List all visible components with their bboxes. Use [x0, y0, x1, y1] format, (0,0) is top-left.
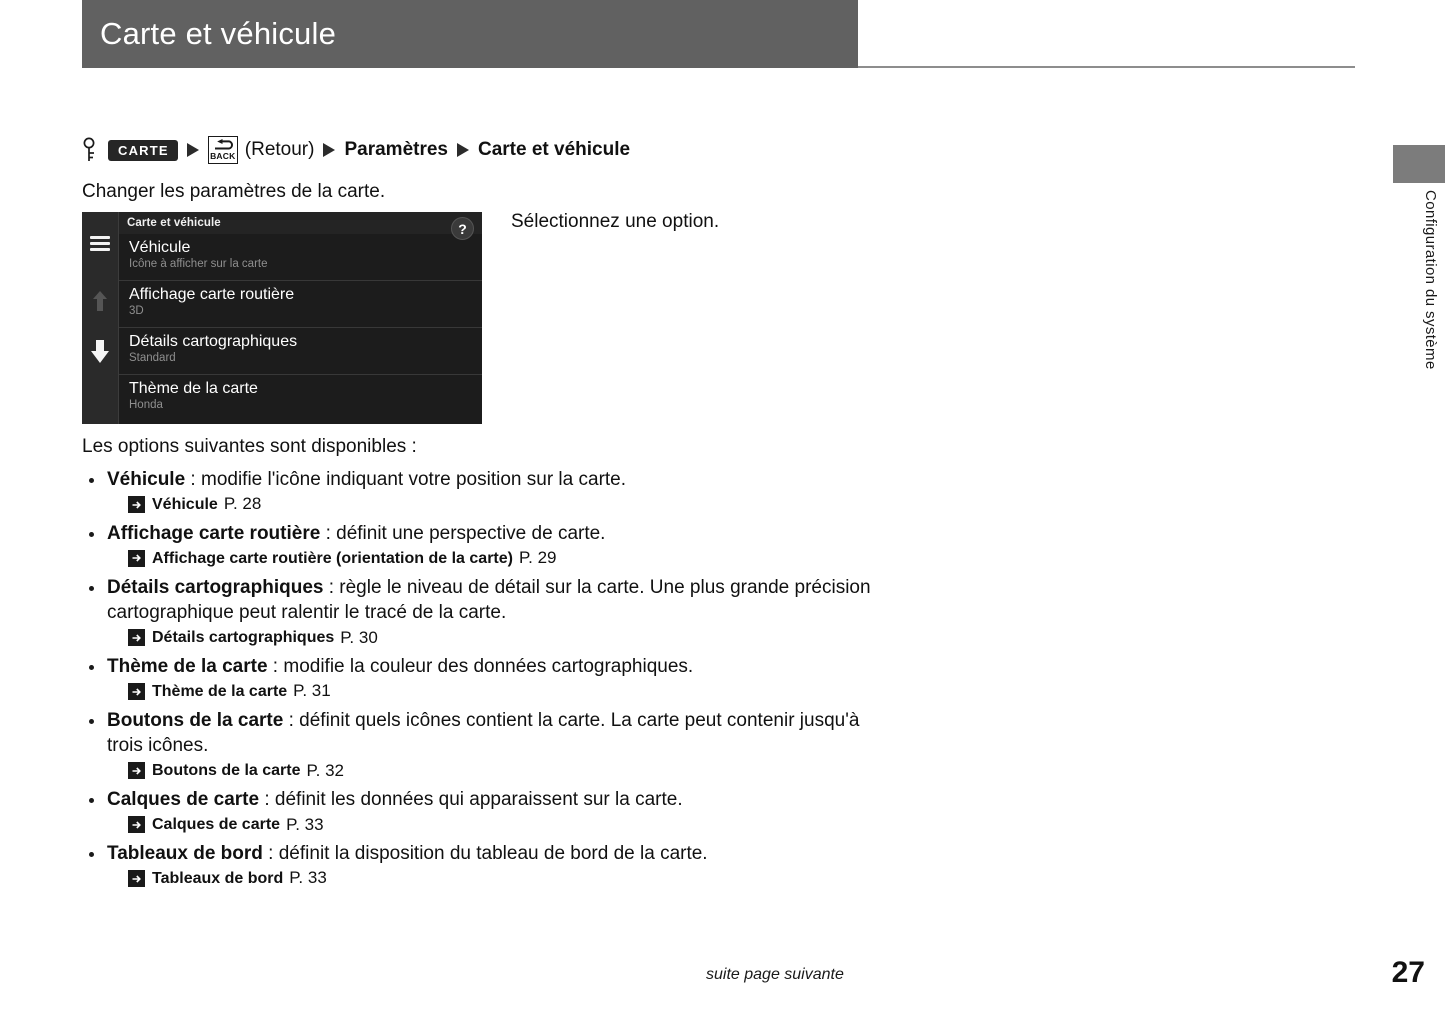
- option-term: Thème de la carte: [107, 655, 268, 677]
- navigation-list-item-subtitle: Icône à afficher sur la carte: [129, 258, 268, 271]
- option-bullet: Boutons de la carte : définit quels icôn…: [82, 708, 882, 759]
- option-bullet: Tableaux de bord : définit la dispositio…: [82, 841, 882, 866]
- cross-reference-page: P. 30: [340, 627, 378, 647]
- cross-reference-page: P. 32: [306, 760, 344, 780]
- navigation-list-item-subtitle: Honda: [129, 399, 163, 412]
- navigation-list-item-subtitle: 3D: [129, 305, 144, 318]
- breadcrumb-retour-label: (Retour): [244, 139, 315, 160]
- option-bullet: Calques de carte : définit les données q…: [82, 787, 882, 812]
- option-description: : définit la disposition du tableau de b…: [262, 842, 708, 864]
- options-description-block: Les options suivantes sont disponibles :…: [82, 436, 882, 895]
- cross-reference[interactable]: Tableaux de bord P. 33: [82, 868, 882, 888]
- options-lead-text: Les options suivantes sont disponibles :: [82, 436, 417, 457]
- navigation-list-item-title: Thème de la carte: [129, 380, 258, 397]
- page-header-bar: Carte et véhicule: [82, 0, 858, 68]
- breadcrumb-separator-icon-2: [323, 143, 336, 157]
- cross-reference-term: Détails cartographiques: [152, 629, 335, 647]
- option-bullet: Détails cartographiques : règle le nivea…: [82, 575, 882, 626]
- section-tab-marker: [1393, 145, 1445, 183]
- navigation-screen-mockup: Carte et véhicule ? Véhicule Icône à aff…: [82, 212, 482, 424]
- navigation-list-item-title: Affichage carte routière: [129, 286, 295, 303]
- cross-reference-term: Thème de la carte: [152, 683, 288, 701]
- navigation-screen-body: Carte et véhicule ? Véhicule Icône à aff…: [119, 212, 482, 424]
- cross-reference-page: P. 29: [518, 548, 557, 568]
- scroll-up-arrow-icon[interactable]: [92, 290, 108, 312]
- page-number: 27: [1391, 956, 1425, 989]
- page-title: Carte et véhicule: [100, 16, 337, 51]
- cross-reference[interactable]: Calques de carte P. 33: [82, 815, 882, 835]
- cross-reference-page: P. 28: [223, 494, 262, 514]
- back-button[interactable]: BACK: [207, 136, 238, 164]
- navigation-list-item[interactable]: Affichage carte routière 3D: [119, 281, 482, 328]
- cross-reference[interactable]: Affichage carte routière (orientation de…: [82, 548, 882, 568]
- instruction-caption: Sélectionnez une option.: [511, 211, 720, 232]
- breadcrumb-parametres[interactable]: Paramètres: [344, 139, 448, 161]
- reference-arrow-icon: [128, 870, 145, 888]
- option-bullet: Affichage carte routière : définit une p…: [82, 521, 882, 546]
- cross-reference[interactable]: Détails cartographiques P. 30: [82, 628, 882, 648]
- option-bullet: Véhicule : modifie l'icône indiquant vot…: [82, 467, 882, 492]
- key-icon: [83, 137, 95, 161]
- navigation-list-item[interactable]: Thème de la carte Honda: [119, 375, 482, 422]
- option-term: Véhicule: [107, 469, 186, 490]
- reference-arrow-icon: [128, 816, 145, 834]
- navigation-screen-titlebar: Carte et véhicule ?: [119, 212, 482, 240]
- cross-reference-term: Véhicule: [152, 496, 218, 514]
- navigation-list-item[interactable]: Détails cartographiques Standard: [119, 328, 482, 375]
- reference-arrow-icon: [128, 683, 145, 701]
- navigation-screen-sidebar: [82, 212, 119, 424]
- breadcrumb-separator-icon-1: [186, 143, 199, 157]
- breadcrumb-separator-icon-3: [457, 143, 469, 157]
- section-tab-label: Configuration du système: [1422, 190, 1439, 370]
- option-bullet: Thème de la carte : modifie la couleur d…: [82, 654, 882, 679]
- reference-arrow-icon: [128, 496, 145, 514]
- option-term: Affichage carte routière: [107, 522, 321, 544]
- back-button-label: BACK: [210, 151, 236, 162]
- breadcrumb-current-page: Carte et véhicule: [478, 139, 631, 160]
- navigation-list-item-subtitle: Standard: [129, 352, 176, 365]
- reference-arrow-icon: [128, 549, 145, 567]
- carte-button[interactable]: CARTE: [108, 139, 178, 161]
- cross-reference-term: Boutons de la carte: [152, 762, 301, 780]
- option-description: : définit une perspective de carte.: [320, 522, 606, 544]
- scroll-down-arrow-icon[interactable]: [90, 338, 110, 364]
- option-description: : modifie l'icône indiquant votre positi…: [185, 469, 627, 490]
- navigation-list-item-title: Véhicule: [129, 239, 191, 256]
- intro-text: Changer les paramètres de la carte.: [82, 181, 386, 202]
- cross-reference-page: P. 33: [286, 814, 324, 834]
- continuation-note: suite page suivante: [706, 966, 844, 983]
- cross-reference[interactable]: Véhicule P. 28: [82, 494, 882, 514]
- cross-reference-page: P. 33: [289, 868, 327, 888]
- hamburger-menu-icon[interactable]: [90, 236, 110, 251]
- cross-reference[interactable]: Boutons de la carte P. 32: [82, 761, 882, 781]
- u-turn-arrow-icon: [214, 139, 233, 150]
- navigation-screen-title: Carte et véhicule: [127, 217, 221, 229]
- option-term: Détails cartographiques: [107, 576, 324, 598]
- cross-reference-term: Calques de carte: [152, 816, 281, 834]
- header-divider-rule: [858, 66, 1355, 68]
- cross-reference-term: Affichage carte routière (orientation de…: [152, 549, 513, 567]
- reference-arrow-icon: [128, 762, 145, 780]
- cross-reference-term: Tableaux de bord: [152, 870, 284, 888]
- breadcrumb: CARTE BACK (Retour) Paramètres Carte et …: [82, 134, 630, 166]
- option-term: Calques de carte: [107, 789, 260, 811]
- navigation-list-item[interactable]: Véhicule Icône à afficher sur la carte: [119, 234, 482, 281]
- navigation-list-item-title: Détails cartographiques: [129, 333, 298, 350]
- reference-arrow-icon: [128, 629, 145, 647]
- help-icon[interactable]: ?: [451, 217, 474, 240]
- option-term: Tableaux de bord: [107, 842, 263, 864]
- cross-reference[interactable]: Thème de la carte P. 31: [82, 681, 882, 701]
- option-description: : définit les données qui apparaissent s…: [259, 789, 683, 811]
- option-term: Boutons de la carte: [107, 709, 284, 731]
- option-description: : modifie la couleur des données cartogr…: [267, 655, 694, 677]
- cross-reference-page: P. 31: [293, 681, 331, 701]
